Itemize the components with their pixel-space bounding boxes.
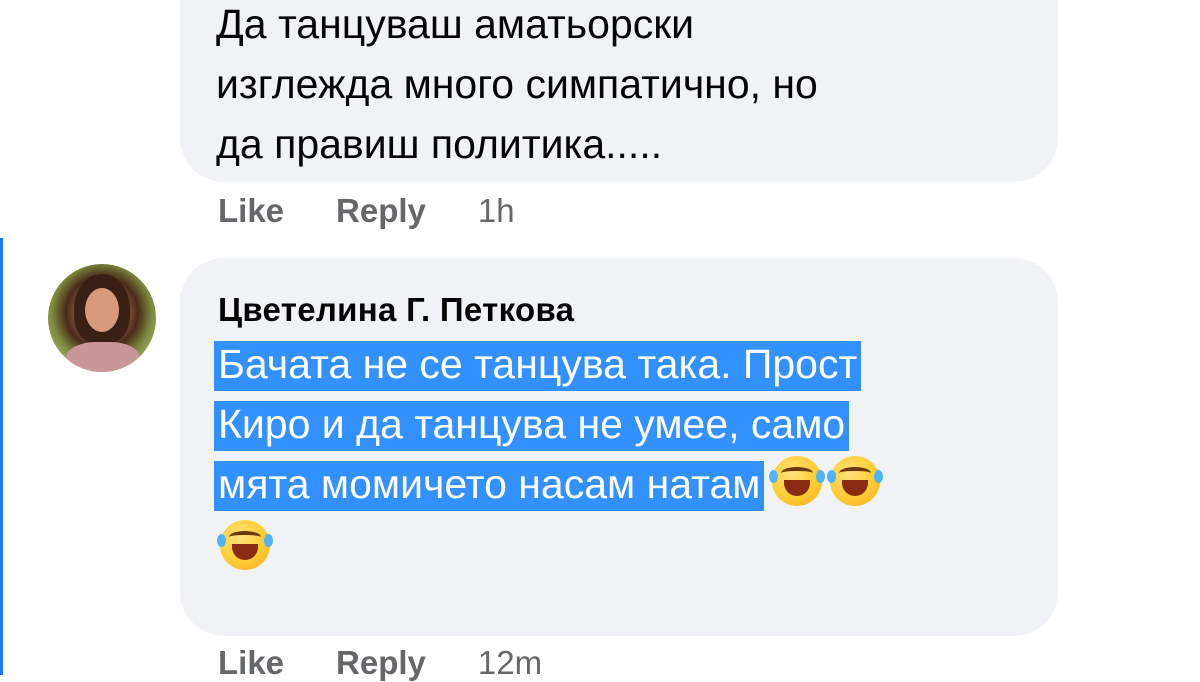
comment-author[interactable]: Цветелина Г. Петкова <box>218 288 1018 332</box>
like-button[interactable]: Like <box>218 192 284 230</box>
reply-button[interactable]: Reply <box>336 192 426 230</box>
comment-line: Да танцуваш аматьорски <box>216 1 695 47</box>
comment-line: да правиш политика..... <box>216 121 663 167</box>
comment-line: Бачата не се танцува така. Прост <box>214 341 862 391</box>
laughing-emoji-icon <box>827 456 884 506</box>
laughing-emoji-icon <box>217 520 273 570</box>
comment-timestamp[interactable]: 1h <box>478 192 515 230</box>
comment-line: изглежда много симпатично, но <box>216 61 818 107</box>
like-button[interactable]: Like <box>218 644 284 682</box>
thread-indicator <box>0 238 3 675</box>
laughing-emoji-icon <box>769 456 826 506</box>
comment-actions: Like Reply 1h <box>218 192 515 230</box>
comment-bubble: Да танцуваш аматьорски изглежда много си… <box>180 0 1058 182</box>
comment-text: Да танцуваш аматьорски изглежда много си… <box>216 0 1018 174</box>
comment-actions: Like Reply 12m <box>218 644 542 682</box>
comment-bubble: Цветелина Г. Петкова Бачата не се танцув… <box>180 258 1058 636</box>
avatar[interactable] <box>48 264 156 372</box>
comment-line: Киро и да танцува не умее, само <box>214 401 850 451</box>
reply-button[interactable]: Reply <box>336 644 426 682</box>
comment-timestamp[interactable]: 12m <box>478 644 542 682</box>
comment-text: Бачата не се танцува така. Прост Киро и … <box>214 334 1018 514</box>
comment-line: мята момичето насам натам <box>214 461 765 511</box>
